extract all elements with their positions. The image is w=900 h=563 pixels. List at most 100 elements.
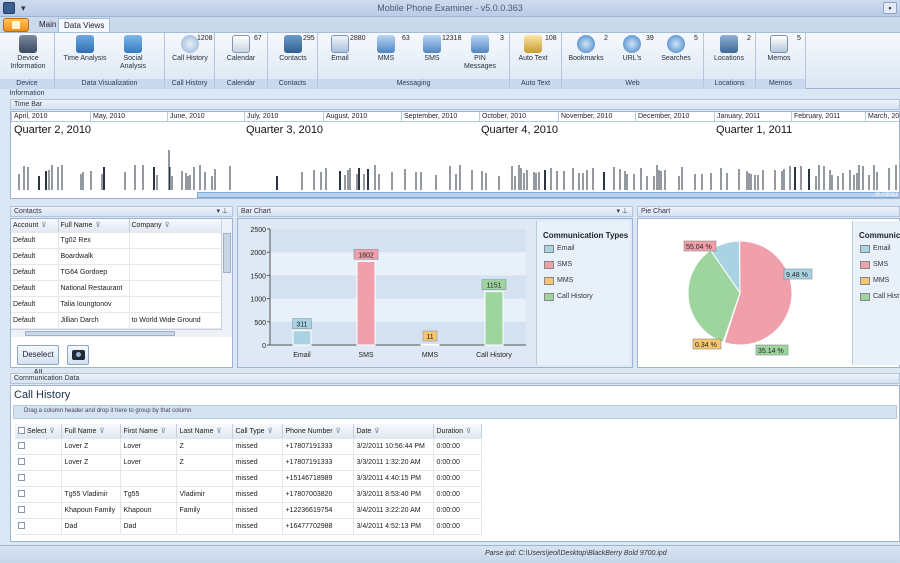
column-header-phone-number[interactable]: Phone Number ⊽ <box>282 424 354 439</box>
column-header-select[interactable]: Select ⊽ <box>15 424 62 439</box>
deselect-all-button[interactable]: Deselect All <box>17 345 59 377</box>
legend-title: Communica <box>859 231 900 240</box>
time-analysis-icon <box>76 35 94 53</box>
bar-sms[interactable] <box>356 260 376 346</box>
filter-icon[interactable]: ⊽ <box>164 222 169 229</box>
bookmarks-button[interactable]: 2 Bookmarks <box>564 35 608 63</box>
device-icon <box>19 35 37 53</box>
bar-mms[interactable] <box>420 343 440 346</box>
legend-item-email[interactable]: Email <box>853 244 900 260</box>
legend-item-call-history[interactable]: Call History <box>537 292 630 308</box>
filter-icon[interactable]: ⊽ <box>374 428 379 435</box>
social-analysis-icon <box>124 35 142 53</box>
email-button[interactable]: 2880 Email <box>320 35 366 63</box>
row-checkbox[interactable] <box>18 474 25 482</box>
calendar-button[interactable]: 67 Calendar <box>218 35 264 63</box>
urls-button[interactable]: 39 URL's <box>612 35 654 63</box>
time-bar[interactable]: April, 2010 May, 2010 June, 2010 July, 2… <box>10 111 900 199</box>
scrollbar-thumb[interactable] <box>223 233 231 273</box>
bar-call-history[interactable] <box>484 291 504 346</box>
filter-icon[interactable]: ⊽ <box>161 428 166 435</box>
column-header-duration[interactable]: Duration ⊽ <box>433 424 482 439</box>
vertical-scrollbar[interactable] <box>221 219 232 337</box>
select-all-checkbox[interactable] <box>18 427 25 435</box>
bar-email[interactable] <box>292 330 312 346</box>
social-analysis-button[interactable]: Social Analysis <box>111 35 155 71</box>
table-row[interactable]: Default Jillian Darch to World Wide Ground <box>11 312 222 329</box>
auto-text-button[interactable]: 108 Auto Text <box>513 35 557 63</box>
memos-button[interactable]: 5 Memos <box>759 35 801 63</box>
filter-icon[interactable]: ⊽ <box>336 428 341 435</box>
table-row[interactable]: Lover Z Lover Zmissed +17807191333 3/3/2011 … <box>15 454 482 471</box>
table-row[interactable]: Default Tg02 Rex <box>11 232 222 249</box>
time-range-scroller[interactable]: 3/7/2011 <box>197 192 899 198</box>
horizontal-scrollbar[interactable] <box>11 329 222 337</box>
table-row[interactable]: Tg55 Vladimir Tg55 Vladimir missed +17807003… <box>15 486 482 503</box>
legend-item-sms[interactable]: SMS <box>853 260 900 276</box>
table-row[interactable]: Khapoun Family Khapoun Family missed +122366… <box>15 502 482 519</box>
quarter-label: Quarter 1, 2011 <box>716 124 793 136</box>
filter-icon[interactable]: ⊽ <box>268 428 273 435</box>
row-checkbox[interactable] <box>18 522 25 530</box>
row-checkbox[interactable] <box>18 506 25 514</box>
table-row[interactable]: Default Boardwalk <box>11 248 222 265</box>
locations-button[interactable]: 2 Locations <box>707 35 751 63</box>
column-header-full-name[interactable]: Full Name ⊽ <box>58 219 130 233</box>
filter-icon[interactable]: ⊽ <box>99 428 104 435</box>
column-header-account[interactable]: Account ⊽ <box>11 219 59 233</box>
email-icon <box>331 35 349 53</box>
group-by-area[interactable]: Drag a column header and drop it here to… <box>13 405 897 419</box>
pin-messages-button[interactable]: 3 PIN Messages <box>458 35 504 71</box>
column-header-first-name[interactable]: First Name ⊽ <box>120 424 177 439</box>
column-header-last-name[interactable]: Last Name ⊽ <box>176 424 233 439</box>
pin-icon[interactable]: ▾ ⊥ <box>216 207 228 216</box>
table-row[interactable]: Lover Z Lover Zmissed +17807191333 3/2/2011 … <box>15 438 482 455</box>
searches-button[interactable]: 5 Searches <box>654 35 698 63</box>
column-header-full-name[interactable]: Full Name ⊽ <box>61 424 121 439</box>
legend-item-call-history[interactable]: Call Hist <box>853 292 900 308</box>
table-row[interactable]: Default Talia Ioungtonov <box>11 296 222 313</box>
memo-icon <box>770 35 788 53</box>
legend-item-sms[interactable]: SMS <box>537 260 630 276</box>
column-header-date[interactable]: Date ⊽ <box>353 424 434 439</box>
window-control-button[interactable]: ▪ <box>883 2 897 14</box>
x-tick-label: Email <box>293 352 311 359</box>
group-device-information: Device Information Device Information <box>0 33 55 97</box>
time-analysis-button[interactable]: Time Analysis <box>63 35 107 63</box>
filter-icon[interactable]: ⊽ <box>95 222 100 229</box>
month-label: June, 2010 <box>167 112 244 122</box>
menu-icon <box>12 21 20 29</box>
column-header-company[interactable]: Company ⊽ <box>129 219 222 233</box>
snapshot-button[interactable] <box>67 345 89 365</box>
legend-item-mms[interactable]: MMS <box>853 276 900 292</box>
pin-messages-icon <box>471 35 489 53</box>
legend-item-email[interactable]: Email <box>537 244 630 260</box>
table-row[interactable]: Default TG64 Gordoep <box>11 264 222 281</box>
table-row[interactable]: missed +15146718989 3/3/2011 4:40:15 PM 0:0… <box>15 470 482 487</box>
legend-title: Communication Types <box>543 231 629 240</box>
tab-data-views[interactable]: Data Views <box>58 18 111 32</box>
row-checkbox[interactable] <box>18 490 25 498</box>
call-history-button[interactable]: 1208 Call History <box>168 35 213 63</box>
scrollbar-thumb[interactable] <box>25 331 175 336</box>
auto-text-icon <box>524 35 542 53</box>
pin-icon[interactable]: ▾ ⊥ <box>616 207 628 216</box>
row-checkbox[interactable] <box>18 458 25 466</box>
contacts-button[interactable]: 295 Contacts <box>270 35 316 63</box>
application-menu-button[interactable] <box>3 18 29 32</box>
table-row[interactable]: Dad Dad missed +16477702988 3/4/2011 4:52:13… <box>15 518 482 535</box>
filter-icon[interactable]: ⊽ <box>466 428 471 435</box>
legend-item-mms[interactable]: MMS <box>537 276 630 292</box>
filter-icon[interactable]: ⊽ <box>216 428 221 435</box>
slice-label: 0.34 % <box>695 342 717 349</box>
group-call-history: 1208 Call History Call History <box>165 33 215 89</box>
device-information-button[interactable]: Device Information <box>5 35 51 71</box>
table-row[interactable]: Default National Restaurant <box>11 280 222 297</box>
filter-icon[interactable]: ⊽ <box>49 428 54 435</box>
row-checkbox[interactable] <box>18 442 25 450</box>
sms-button[interactable]: 12318 SMS <box>412 35 461 63</box>
y-tick-label: 0 <box>262 343 266 350</box>
mms-button[interactable]: 63 MMS <box>366 35 410 63</box>
filter-icon[interactable]: ⊽ <box>41 222 46 229</box>
column-header-call-type[interactable]: Call Type ⊽ <box>232 424 283 439</box>
